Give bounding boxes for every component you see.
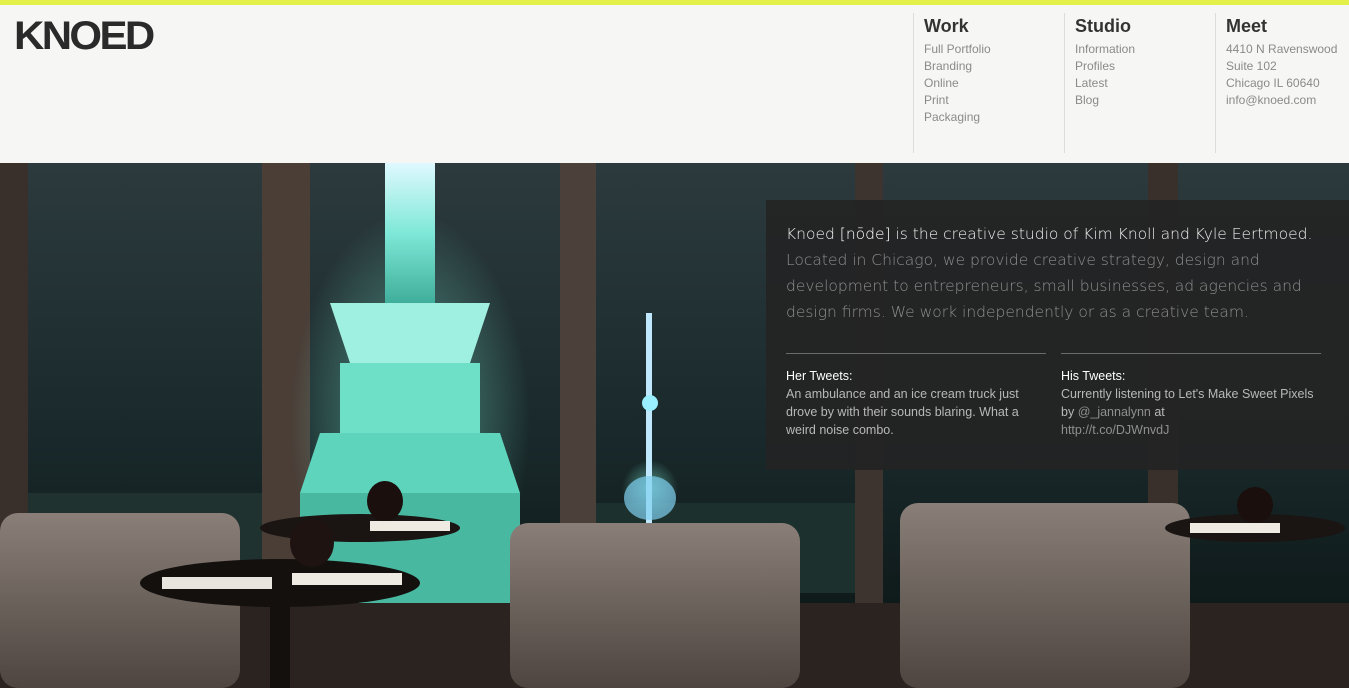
intro-phonetic: [nōde]: [839, 225, 891, 243]
her-tweet-text: An ambulance and an ice cream truck just…: [786, 387, 1019, 437]
nav-studio-title[interactable]: Studio: [1075, 15, 1214, 37]
nav-link-blog[interactable]: Blog: [1075, 92, 1214, 109]
intro-lead: Knoed [nōde] is the creative studio of K…: [786, 225, 1312, 243]
her-tweets: Her Tweets: An ambulance and an ice crea…: [786, 353, 1046, 439]
tweets-section: Her Tweets: An ambulance and an ice crea…: [786, 353, 1321, 439]
studio-info-panel: Knoed [nōde] is the creative studio of K…: [766, 200, 1349, 470]
nav-link-online[interactable]: Online: [924, 75, 1063, 92]
address-city: Chicago IL 60640: [1226, 76, 1320, 90]
address-suite: Suite 102: [1226, 59, 1277, 73]
nav-studio-column: Studio Information Profiles Latest Blog: [1064, 13, 1214, 153]
nav-link-full-portfolio[interactable]: Full Portfolio: [924, 41, 1063, 58]
contact-email-link[interactable]: info@knoed.com: [1226, 92, 1349, 109]
nav-meet-column: Meet 4410 N Ravenswood Suite 102 Chicago…: [1215, 13, 1349, 153]
address-street: 4410 N Ravenswood: [1226, 42, 1338, 56]
intro-lead-after: is the creative studio of Kim Knoll and …: [890, 225, 1313, 243]
his-tweet-text-mid: at: [1150, 405, 1165, 419]
nav-meet-title[interactable]: Meet: [1226, 15, 1349, 37]
intro-body: Located in Chicago, we provide creative …: [786, 251, 1302, 321]
site-logo[interactable]: KNOED: [14, 14, 155, 58]
nav-link-packaging[interactable]: Packaging: [924, 109, 1063, 126]
nav-work-column: Work Full Portfolio Branding Online Prin…: [913, 13, 1063, 153]
nav-work-title[interactable]: Work: [924, 15, 1063, 37]
nav-link-information[interactable]: Information: [1075, 41, 1214, 58]
intro-lead-before: Knoed: [786, 225, 840, 243]
nav-link-profiles[interactable]: Profiles: [1075, 58, 1214, 75]
tweet-url-link[interactable]: http://t.co/DJWnvdJ: [1061, 423, 1169, 437]
nav-link-print[interactable]: Print: [924, 92, 1063, 109]
studio-intro: Knoed [nōde] is the creative studio of K…: [786, 221, 1329, 325]
nav-link-latest[interactable]: Latest: [1075, 75, 1214, 92]
site-header: KNOED Work Full Portfolio Branding Onlin…: [0, 5, 1349, 163]
his-tweets: His Tweets: Currently listening to Let's…: [1061, 353, 1321, 439]
his-tweet-text: Currently listening to Let's Make Sweet …: [1061, 385, 1321, 439]
his-tweets-heading: His Tweets:: [1061, 369, 1126, 383]
nav-link-branding[interactable]: Branding: [924, 58, 1063, 75]
her-tweets-heading: Her Tweets:: [786, 369, 853, 383]
tweet-mention-link[interactable]: @_jannalynn: [1078, 405, 1151, 419]
